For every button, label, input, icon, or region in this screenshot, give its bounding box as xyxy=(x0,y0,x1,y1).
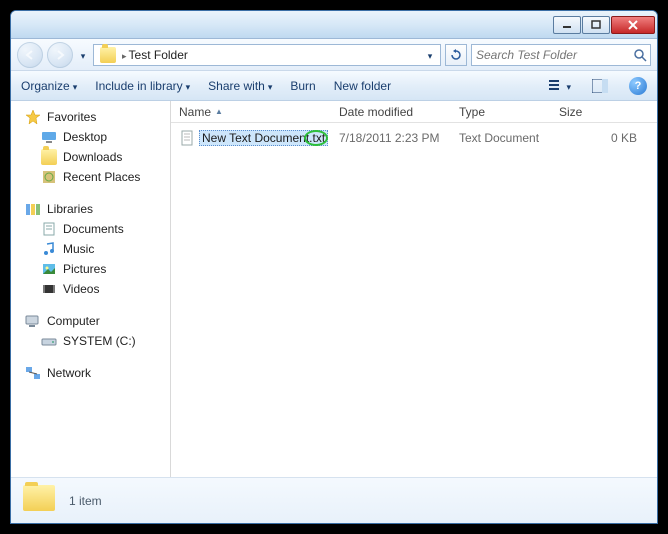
breadcrumb-separator-icon xyxy=(122,48,127,62)
share-with-menu[interactable]: Share with xyxy=(208,79,272,93)
back-button[interactable] xyxy=(17,42,43,68)
desktop-icon xyxy=(41,129,57,145)
file-size: 0 KB xyxy=(551,131,657,145)
sidebar-item-recent-places[interactable]: Recent Places xyxy=(11,167,170,187)
burn-button[interactable]: Burn xyxy=(290,79,315,93)
forward-button[interactable] xyxy=(47,42,73,68)
file-name[interactable]: New Text Document.txt xyxy=(199,130,328,146)
downloads-icon xyxy=(41,149,57,165)
titlebar xyxy=(11,11,657,39)
sidebar-item-documents[interactable]: Documents xyxy=(11,219,170,239)
folder-icon xyxy=(23,485,55,517)
help-button[interactable]: ? xyxy=(629,77,647,95)
network-icon xyxy=(25,365,41,381)
column-name[interactable]: Name▲ xyxy=(171,105,331,119)
recent-places-icon xyxy=(41,169,57,185)
documents-icon xyxy=(41,221,57,237)
sidebar-libraries[interactable]: Libraries xyxy=(11,199,170,219)
navigation-bar: Test Folder xyxy=(11,39,657,71)
address-bar[interactable]: Test Folder xyxy=(93,44,441,66)
history-dropdown[interactable] xyxy=(77,48,89,62)
computer-icon xyxy=(25,313,41,329)
refresh-button[interactable] xyxy=(445,44,467,66)
sidebar-favorites[interactable]: Favorites xyxy=(11,107,170,127)
minimize-button[interactable] xyxy=(553,16,581,34)
preview-pane-button[interactable] xyxy=(589,76,611,96)
view-options-button[interactable] xyxy=(549,76,571,96)
file-row[interactable]: New Text Document.txt 7/18/2011 2:23 PM … xyxy=(171,127,657,149)
navigation-pane: Favorites Desktop Downloads Recent Place… xyxy=(11,101,171,477)
pictures-icon xyxy=(41,261,57,277)
sidebar-computer[interactable]: Computer xyxy=(11,311,170,331)
maximize-button[interactable] xyxy=(582,16,610,34)
drive-icon xyxy=(41,333,57,349)
organize-menu[interactable]: Organize xyxy=(21,79,77,93)
column-type[interactable]: Type xyxy=(451,105,551,119)
music-icon xyxy=(41,241,57,257)
address-dropdown-icon[interactable] xyxy=(422,48,438,62)
file-list-pane: Name▲ Date modified Type Size New Text D… xyxy=(171,101,657,477)
column-size[interactable]: Size xyxy=(551,105,657,119)
column-date-modified[interactable]: Date modified xyxy=(331,105,451,119)
close-button[interactable] xyxy=(611,16,655,34)
search-box[interactable] xyxy=(471,44,651,66)
file-type: Text Document xyxy=(451,131,551,145)
file-date: 7/18/2011 2:23 PM xyxy=(331,131,451,145)
include-in-library-menu[interactable]: Include in library xyxy=(95,79,190,93)
new-folder-button[interactable]: New folder xyxy=(334,79,391,93)
star-icon xyxy=(25,109,41,125)
videos-icon xyxy=(41,281,57,297)
text-file-icon xyxy=(179,130,195,146)
search-input[interactable] xyxy=(476,48,633,62)
search-icon xyxy=(633,48,647,62)
explorer-window: Test Folder Organize Include in library … xyxy=(10,10,658,524)
details-pane: 1 item xyxy=(11,477,657,523)
sidebar-item-system-c[interactable]: SYSTEM (C:) xyxy=(11,331,170,351)
sidebar-item-desktop[interactable]: Desktop xyxy=(11,127,170,147)
libraries-icon xyxy=(25,201,41,217)
sidebar-item-videos[interactable]: Videos xyxy=(11,279,170,299)
command-bar: Organize Include in library Share with B… xyxy=(11,71,657,101)
column-headers: Name▲ Date modified Type Size xyxy=(171,101,657,123)
annotation-circle xyxy=(304,130,328,146)
file-list[interactable]: New Text Document.txt 7/18/2011 2:23 PM … xyxy=(171,123,657,477)
sidebar-item-pictures[interactable]: Pictures xyxy=(11,259,170,279)
sidebar-item-downloads[interactable]: Downloads xyxy=(11,147,170,167)
sort-ascending-icon: ▲ xyxy=(215,107,223,116)
status-text: 1 item xyxy=(69,494,102,508)
breadcrumb-current[interactable]: Test Folder xyxy=(129,48,188,62)
sidebar-item-music[interactable]: Music xyxy=(11,239,170,259)
sidebar-network[interactable]: Network xyxy=(11,363,170,383)
folder-icon xyxy=(100,47,116,63)
